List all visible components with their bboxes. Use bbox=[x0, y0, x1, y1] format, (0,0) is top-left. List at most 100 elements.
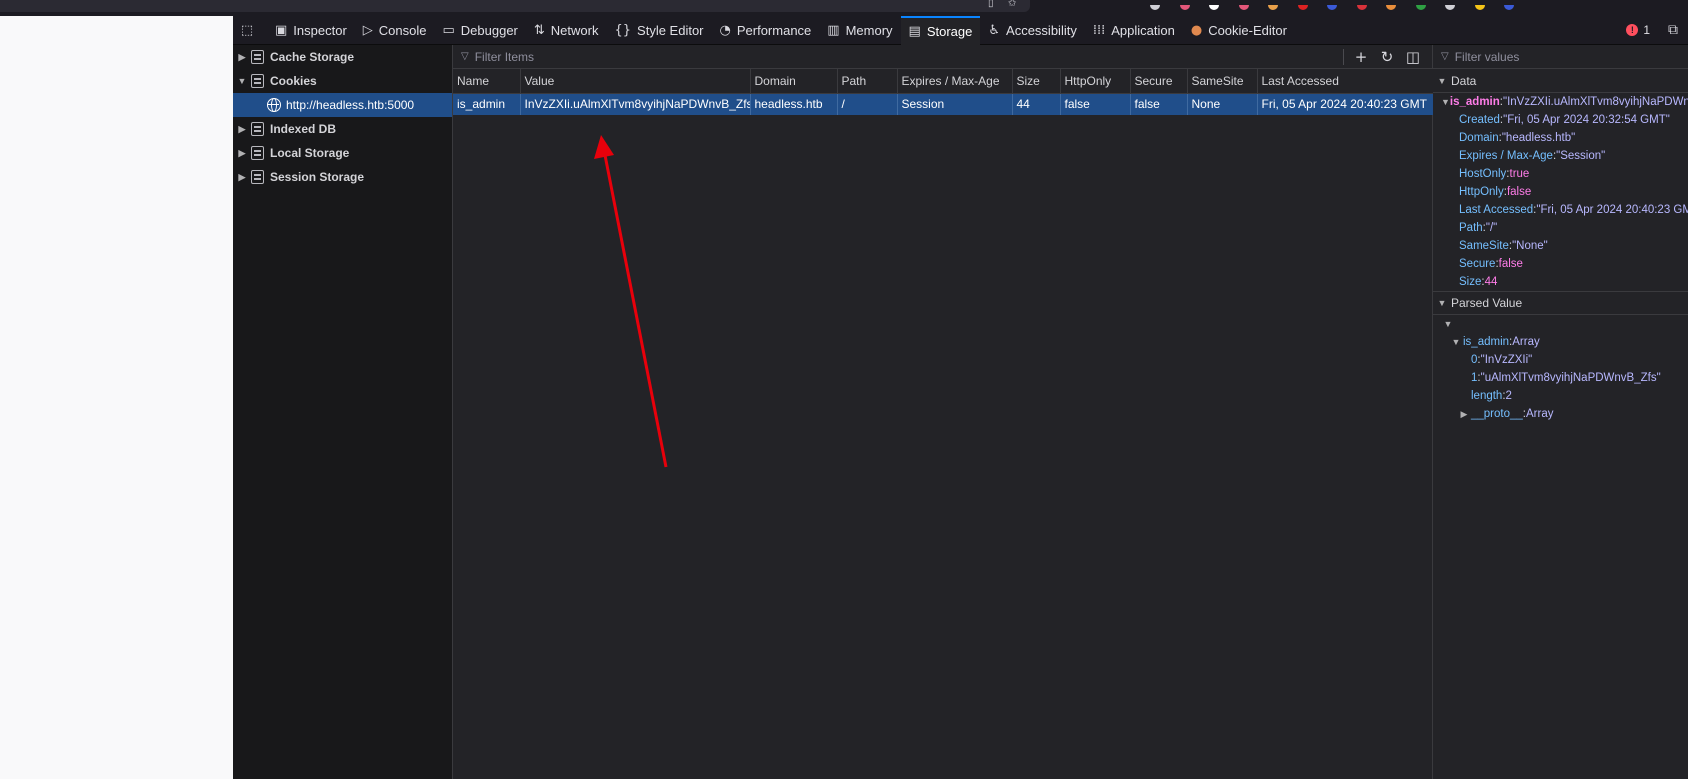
add-item-icon[interactable]: + bbox=[1348, 48, 1374, 66]
column-header[interactable]: Name bbox=[453, 69, 521, 94]
tree-item-cookies[interactable]: ▼ Cookies bbox=[233, 69, 452, 93]
tree-item-cache-storage[interactable]: ▶ Cache Storage bbox=[233, 45, 452, 69]
refresh-icon[interactable]: ↻ bbox=[1374, 48, 1400, 66]
parsed-item[interactable]: length:2 bbox=[1433, 387, 1688, 405]
extension-icon[interactable] bbox=[1268, 5, 1278, 10]
cell-domain[interactable]: headless.htb bbox=[750, 93, 838, 115]
cookie-table-panel: ▽ + ↻ ◫ Name Value Domain Path Expires /… bbox=[453, 45, 1434, 779]
column-header[interactable]: Path bbox=[837, 69, 898, 94]
data-property[interactable]: Domain: "headless.htb" bbox=[1433, 129, 1688, 147]
data-property[interactable]: Path: "/" bbox=[1433, 219, 1688, 237]
collapse-arrow-icon[interactable]: ▼ bbox=[1441, 319, 1455, 329]
extension-icon[interactable] bbox=[1415, 5, 1426, 10]
tab-performance[interactable]: ◔ Performance bbox=[712, 16, 820, 45]
column-header[interactable]: Value bbox=[520, 69, 751, 94]
extension-icon[interactable] bbox=[1386, 5, 1396, 10]
tree-item-indexed-db[interactable]: ▶ Indexed DB bbox=[233, 117, 452, 141]
error-count-badge[interactable]: ! 1 bbox=[1626, 23, 1650, 37]
cell-last-accessed[interactable]: Fri, 05 Apr 2024 20:40:23 GMT bbox=[1257, 93, 1434, 115]
tab-application[interactable]: ⁞⁞⁞ Application bbox=[1085, 16, 1183, 45]
extension-icon[interactable] bbox=[1209, 5, 1219, 10]
table-row[interactable]: is_admin InVzZXIi.uAlmXlTvm8vyihjNaPDWnv… bbox=[453, 93, 1434, 115]
parsed-item[interactable]: 1: "uAlmXlTvm8vyihjNaPDWnvB_Zfs" bbox=[1433, 369, 1688, 387]
extension-icon[interactable] bbox=[1474, 5, 1485, 10]
cell-secure[interactable]: false bbox=[1130, 93, 1188, 115]
expand-arrow-icon[interactable]: ▶ bbox=[233, 172, 251, 183]
data-section-header[interactable]: ▼ Data bbox=[1433, 69, 1688, 93]
collapse-arrow-icon[interactable]: ▼ bbox=[1433, 76, 1451, 86]
data-property[interactable]: Expires / Max-Age: "Session" bbox=[1433, 147, 1688, 165]
column-header[interactable]: Size bbox=[1012, 69, 1061, 94]
toggle-sidebar-icon[interactable]: ◫ bbox=[1400, 48, 1426, 66]
data-property[interactable]: SameSite: "None" bbox=[1433, 237, 1688, 255]
element-picker-button[interactable]: ⬚ bbox=[233, 16, 267, 45]
database-icon bbox=[251, 146, 264, 160]
collapse-arrow-icon[interactable]: ▼ bbox=[1433, 298, 1451, 308]
cell-httponly[interactable]: false bbox=[1060, 93, 1131, 115]
cell-expires[interactable]: Session bbox=[897, 93, 1013, 115]
star-icon[interactable]: ✩ bbox=[1008, 0, 1016, 9]
expand-arrow-icon[interactable]: ▶ bbox=[233, 52, 251, 63]
tab-inspector[interactable]: ▣ Inspector bbox=[267, 16, 355, 45]
data-property[interactable]: Created: "Fri, 05 Apr 2024 20:32:54 GMT" bbox=[1433, 111, 1688, 129]
tab-network[interactable]: ⇅ Network bbox=[526, 16, 607, 45]
column-header[interactable]: HttpOnly bbox=[1060, 69, 1131, 94]
extension-icon[interactable] bbox=[1238, 5, 1249, 10]
filter-values-input[interactable] bbox=[1454, 49, 1675, 64]
expand-arrow-icon[interactable]: ▶ bbox=[233, 148, 251, 159]
tab-memory[interactable]: ▥ Memory bbox=[819, 16, 900, 45]
parsed-array-entry[interactable]: ▼ is_admin: Array bbox=[1433, 333, 1688, 351]
tree-item-local-storage[interactable]: ▶ Local Storage bbox=[233, 141, 452, 165]
parsed-item[interactable]: 0: "InVzZXIi" bbox=[1433, 351, 1688, 369]
property-value: "headless.htb" bbox=[1501, 132, 1576, 144]
property-value: false bbox=[1498, 258, 1523, 270]
tab-console[interactable]: ▷ Console bbox=[355, 16, 435, 45]
column-header[interactable]: Expires / Max-Age bbox=[897, 69, 1013, 94]
column-header[interactable]: Domain bbox=[750, 69, 838, 94]
globe-icon bbox=[267, 98, 281, 112]
dock-options-icon[interactable]: ⧉ bbox=[1668, 22, 1678, 38]
cell-value[interactable]: InVzZXIi.uAlmXlTvm8vyihjNaPDWnvB_Zfs bbox=[520, 93, 751, 115]
cell-path[interactable]: / bbox=[837, 93, 898, 115]
extension-icon[interactable] bbox=[1504, 5, 1514, 10]
extension-icon[interactable] bbox=[1356, 5, 1367, 10]
tab-storage[interactable]: ▤ Storage bbox=[900, 15, 981, 45]
data-property[interactable]: Last Accessed: "Fri, 05 Apr 2024 20:40:23… bbox=[1433, 201, 1688, 219]
proto-entry[interactable]: ▶ __proto__: Array bbox=[1433, 405, 1688, 423]
data-property[interactable]: HttpOnly: false bbox=[1433, 183, 1688, 201]
extension-icon[interactable] bbox=[1327, 5, 1337, 10]
data-root-entry[interactable]: ▼ is_admin: "InVzZXIi.uAlmXlTvm8vyihjNaPD… bbox=[1433, 93, 1688, 111]
parsed-root-entry[interactable]: ▼ bbox=[1433, 315, 1688, 333]
extension-icon[interactable] bbox=[1297, 5, 1308, 10]
tree-item-cookie-host[interactable]: http://headless.htb:5000 bbox=[233, 93, 452, 117]
details-sidebar: ▽ ▼Data ▼ is_admin:"InVzZXIi.uAlmXlTvm8v… bbox=[1433, 45, 1688, 779]
data-property[interactable]: Secure: false bbox=[1433, 255, 1688, 273]
filter-items-input[interactable] bbox=[474, 49, 1275, 64]
collapse-arrow-icon[interactable]: ▼ bbox=[233, 76, 251, 86]
collapse-arrow-icon[interactable]: ▼ bbox=[1441, 97, 1450, 107]
tab-debugger[interactable]: ▭ Debugger bbox=[434, 16, 525, 45]
property-key: Expires / Max-Age bbox=[1459, 150, 1553, 162]
tab-style-editor[interactable]: {} Style Editor bbox=[606, 16, 711, 45]
cell-samesite[interactable]: None bbox=[1187, 93, 1258, 115]
collapse-arrow-icon[interactable]: ▼ bbox=[1449, 337, 1463, 347]
parsed-value-header[interactable]: ▼ Parsed Value bbox=[1433, 291, 1688, 315]
tab-accessibility[interactable]: ♿ Accessibility bbox=[980, 16, 1084, 45]
expand-arrow-icon[interactable]: ▶ bbox=[233, 124, 251, 135]
column-header[interactable]: Last Accessed bbox=[1257, 69, 1434, 94]
url-bar[interactable] bbox=[0, 0, 1030, 12]
extension-icon[interactable] bbox=[1179, 5, 1190, 10]
tab-cookie-editor[interactable]: ● Cookie-Editor bbox=[1183, 16, 1295, 45]
data-property[interactable]: Size:44 bbox=[1433, 273, 1688, 291]
tree-item-session-storage[interactable]: ▶ Session Storage bbox=[233, 165, 452, 189]
column-header[interactable]: Secure bbox=[1130, 69, 1188, 94]
extension-icon[interactable] bbox=[1445, 5, 1455, 10]
extension-icon[interactable] bbox=[1150, 5, 1160, 10]
column-header[interactable]: SameSite bbox=[1187, 69, 1258, 94]
expand-arrow-icon[interactable]: ▶ bbox=[1457, 409, 1471, 420]
cell-name[interactable]: is_admin bbox=[453, 93, 521, 115]
data-property[interactable]: HostOnly: true bbox=[1433, 165, 1688, 183]
page-action-icon[interactable]: ▯ bbox=[988, 0, 994, 9]
cell-size[interactable]: 44 bbox=[1012, 93, 1061, 115]
item-value: "InVzZXIi" bbox=[1480, 354, 1533, 366]
